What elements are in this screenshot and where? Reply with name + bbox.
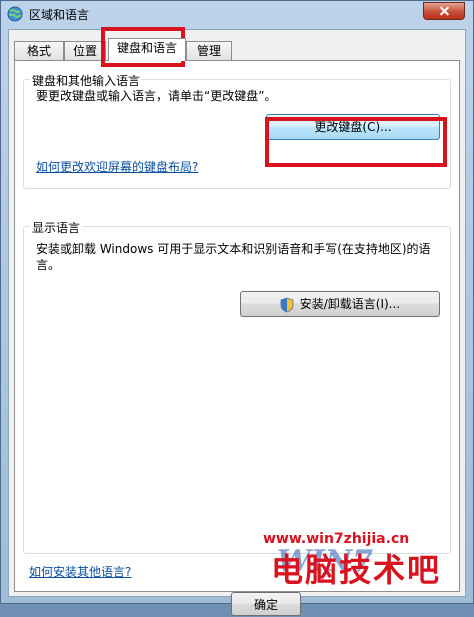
tab-formats[interactable]: 格式 (14, 41, 64, 60)
display-language-description: 安装或卸载 Windows 可用于显示文本和识别语音和手写(在支持地区)的语言。 (36, 242, 431, 272)
dialog-client: 格式 位置 键盘和语言 管理 键盘和其他输入语言 要更改键盘或输入语言，请单击“… (8, 29, 466, 616)
install-other-languages-link[interactable]: 如何安装其他语言? (29, 563, 131, 580)
keyboard-description: 要更改键盘或输入语言，请单击“更改键盘”。 (36, 89, 277, 103)
tab-formats-label: 格式 (26, 44, 51, 58)
tab-administrative-label: 管理 (196, 44, 221, 58)
install-uninstall-label: 安装/卸载语言(I)... (299, 297, 401, 311)
ok-button[interactable]: 确定 (231, 592, 301, 616)
region-language-window: 区域和语言 格式 位置 键盘和语言 管理 键盘和其他输入语言 要更改键盘或输入语… (0, 0, 474, 616)
tab-administrative[interactable]: 管理 (186, 41, 232, 60)
watermark-logo: 电脑技术吧 (271, 551, 442, 589)
title-bar[interactable]: 区域和语言 (1, 1, 473, 27)
tab-location[interactable]: 位置 (64, 41, 106, 60)
uac-shield-icon (280, 297, 294, 312)
display-language-label: 显示语言 (30, 219, 83, 236)
tab-keyboards-label: 键盘和语言 (116, 41, 177, 55)
globe-icon (7, 6, 23, 22)
highlight-change-keyboards (265, 117, 447, 167)
display-language-group: 显示语言 安装或卸载 Windows 可用于显示文本和识别语音和手写(在支持地区… (23, 219, 451, 554)
window-title: 区域和语言 (29, 8, 90, 22)
tab-location-label: 位置 (72, 44, 97, 58)
welcome-screen-keyboard-link[interactable]: 如何更改欢迎屏幕的键盘布局? (36, 158, 198, 175)
tab-keyboards-languages[interactable]: 键盘和语言 (108, 38, 186, 61)
close-button[interactable] (423, 2, 465, 20)
keyboard-group-label: 键盘和其他输入语言 (30, 72, 143, 89)
ok-button-label: 确定 (253, 598, 278, 612)
install-uninstall-languages-button[interactable]: 安装/卸载语言(I)... (240, 291, 440, 317)
